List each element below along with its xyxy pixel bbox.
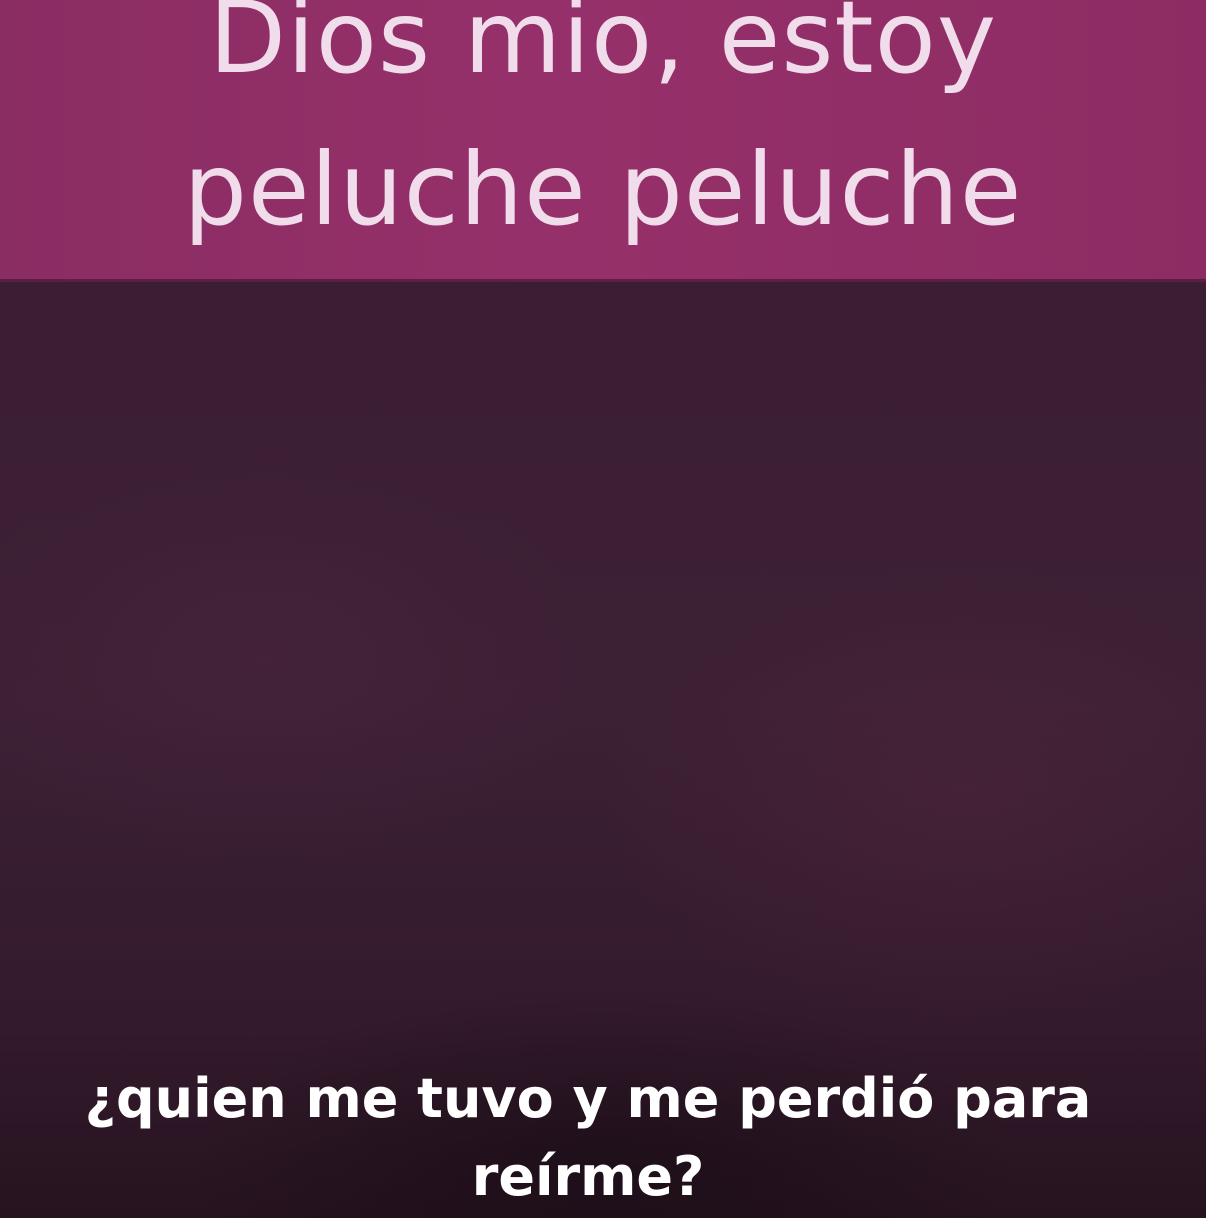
top-caption-banner: Dios mio, estoy peluche peluche (0, 0, 1206, 282)
top-caption-line-1: Dios mio, estoy (209, 0, 997, 96)
bottom-caption: ¿quien me tuvo y me perdió para reírme? (84, 1067, 1092, 1208)
meme-frame: Dios mio, estoy peluche peluche ¿quien m… (0, 0, 1206, 1218)
top-caption-line-2: peluche peluche (183, 131, 1023, 248)
top-caption: Dios mio, estoy peluche peluche (0, 0, 1206, 266)
